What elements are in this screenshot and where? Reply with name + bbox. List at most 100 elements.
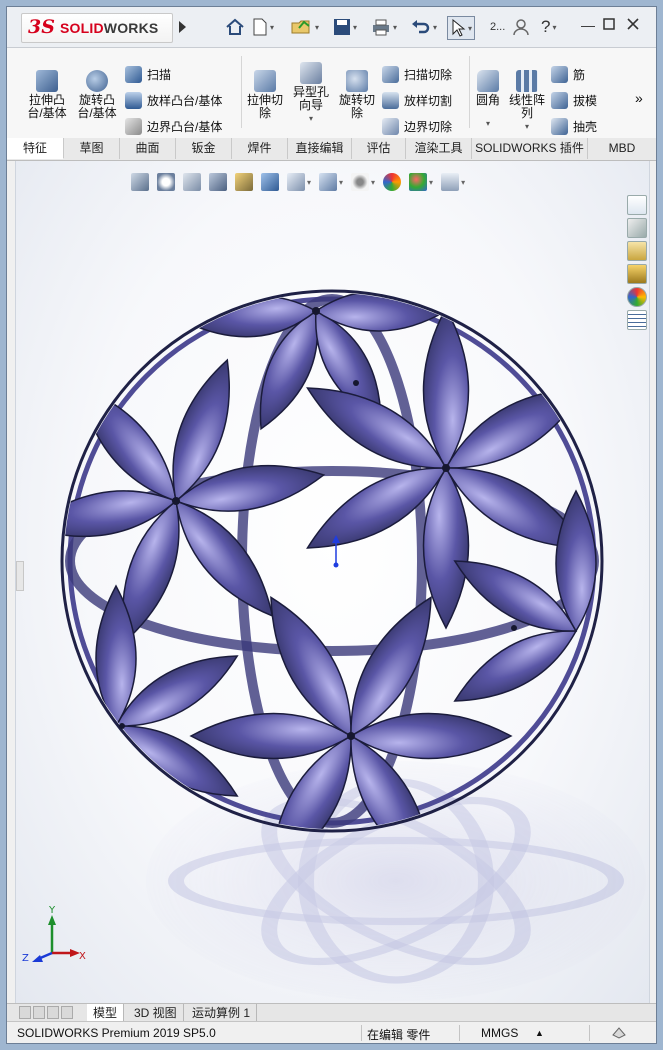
extrude-cut-label: 拉伸切除 [246,93,283,120]
previous-tab-icon[interactable] [33,1006,45,1019]
extrude-boss-button[interactable]: 拉伸凸台/基体 [23,70,71,120]
close-icon [627,18,639,30]
tab-render-tools[interactable]: 渲染工具 [406,138,472,159]
search-commands[interactable]: 2... [490,16,505,38]
undo-button[interactable]: ▾ [411,16,437,38]
extrude-boss-label: 拉伸凸台/基体 [27,93,67,120]
user-account-button[interactable] [513,16,529,38]
ds-logo-mark: 3S [28,16,55,38]
tab-solidworks-addins[interactable]: SOLIDWORKS 插件 [472,138,588,159]
revolve-boss-icon [86,70,108,92]
draft-icon [551,91,568,109]
rib-button[interactable]: 筋 [551,64,585,84]
product-version: SOLIDWORKS Premium 2019 SP5.0 [17,1026,216,1040]
loft-boss-button[interactable]: 放样凸台/基体 [125,90,222,110]
ribbon-more-button[interactable]: » [635,88,643,108]
chevron-down-icon[interactable]: ▾ [471,117,505,130]
chevron-down-icon[interactable]: ▾ [270,23,274,32]
tab-surfaces[interactable]: 曲面 [120,138,176,159]
print-button[interactable]: ▾ [371,16,397,38]
rib-icon [551,65,568,83]
tab-motion-study[interactable]: 运动算例 1 [186,1004,258,1022]
fillet-label: 圆角 [475,93,500,107]
chevron-down-icon[interactable]: ▾ [353,23,357,32]
chevron-down-icon[interactable]: ▾ [393,23,397,32]
revolve-cut-button[interactable]: 旋转切除 [337,70,377,120]
svg-text:X: X [79,951,86,962]
chevron-down-icon[interactable]: ▾ [289,112,333,125]
solidworks-logo[interactable]: 3S SOLIDWORKS [21,13,173,43]
extrude-cut-icon [254,70,276,92]
status-divider [361,1025,362,1041]
model-canvas: Y Z X [22,289,646,1001]
loft-cut-icon [382,91,399,109]
revolve-cut-label: 旋转切除 [338,93,375,120]
expand-menu-arrow-icon[interactable] [179,21,186,33]
home-icon [226,18,244,35]
fillet-button[interactable]: 圆角 ▾ [471,70,505,130]
chevron-down-icon[interactable]: ▾ [433,23,437,32]
graphics-area[interactable]: ▾ ▾ ▾ ▾ ▾ Y Z X [15,161,650,1003]
extrude-boss-icon [36,70,58,92]
unit-system[interactable]: MMGS [481,1026,518,1040]
svg-text:Z: Z [22,953,29,964]
extrude-cut-button[interactable]: 拉伸切除 [245,70,285,120]
tab-features[interactable]: 特征 [7,138,64,159]
tab-weldments[interactable]: 焊件 [232,138,288,159]
minimize-button[interactable]: — [581,17,595,33]
linear-pattern-icon [516,70,538,92]
sweep-button[interactable]: 扫描 [125,64,171,84]
revolve-boss-button[interactable]: 旋转凸台/基体 [73,70,121,120]
revolve-cut-icon [346,70,368,92]
status-divider [459,1025,460,1041]
brand-name: SOLIDWORKS [60,20,159,36]
linear-pattern-button[interactable]: 线性阵列 ▾ [507,70,547,133]
shell-button[interactable]: 抽壳 [551,116,597,136]
tab-sheet-metal[interactable]: 钣金 [176,138,232,159]
boundary-boss-button[interactable]: 边界凸台/基体 [125,116,222,136]
boundary-boss-icon [125,117,142,135]
boundary-cut-button[interactable]: 边界切除 [382,116,452,136]
chevron-down-icon[interactable]: ▾ [315,23,319,32]
help-button[interactable]: ? ▾ [541,16,556,38]
close-button[interactable] [627,17,639,33]
open-button[interactable]: ▾ [291,16,319,38]
first-tab-icon[interactable] [19,1006,31,1019]
print-icon [373,19,389,36]
tab-3d-views[interactable]: 3D 视图 [128,1004,184,1022]
editing-mode: 在编辑 零件 [367,1028,431,1042]
chevron-down-icon[interactable]: ▾ [552,23,556,32]
unit-system-arrow-icon[interactable]: ▲ [535,1028,544,1038]
save-icon [334,19,350,35]
ribbon-divider [241,56,242,128]
home-button[interactable] [225,16,245,38]
revolve-boss-label: 旋转凸台/基体 [77,93,117,120]
maximize-button[interactable] [603,17,615,33]
tab-evaluate[interactable]: 评估 [352,138,406,159]
chevron-down-icon[interactable]: ▾ [468,24,472,33]
shell-icon [551,117,568,135]
sweep-cut-button[interactable]: 扫描切除 [382,64,452,84]
fillet-icon [477,70,499,92]
loft-boss-icon [125,91,142,109]
tab-model[interactable]: 模型 [87,1004,125,1022]
rebuild-status-icon[interactable] [611,1025,627,1042]
draft-button[interactable]: 拔模 [551,90,597,110]
tab-direct-editing[interactable]: 直接编辑 [288,138,352,159]
loft-cut-button[interactable]: 放样切割 [382,90,452,110]
hole-wizard-button[interactable]: 异型孔向导 ▾ [289,62,333,125]
svg-text:Y: Y [48,905,56,916]
tab-mbd[interactable]: MBD [588,138,656,159]
last-tab-icon[interactable] [61,1006,73,1019]
sweep-icon [125,65,142,83]
command-manager-ribbon: 拉伸凸台/基体 旋转凸台/基体 扫描 放样凸台/基体 边界凸台/基体 拉伸切除 … [7,48,656,139]
select-button[interactable]: ▾ [447,16,476,40]
status-divider [589,1025,590,1041]
new-document-button[interactable]: ▾ [252,16,274,38]
save-button[interactable]: ▾ [333,16,357,38]
next-tab-icon[interactable] [47,1006,59,1019]
chevron-down-icon[interactable]: ▾ [507,120,547,133]
boundary-cut-icon [382,117,399,135]
tab-sketch[interactable]: 草图 [64,138,120,159]
hole-wizard-icon [300,62,322,84]
